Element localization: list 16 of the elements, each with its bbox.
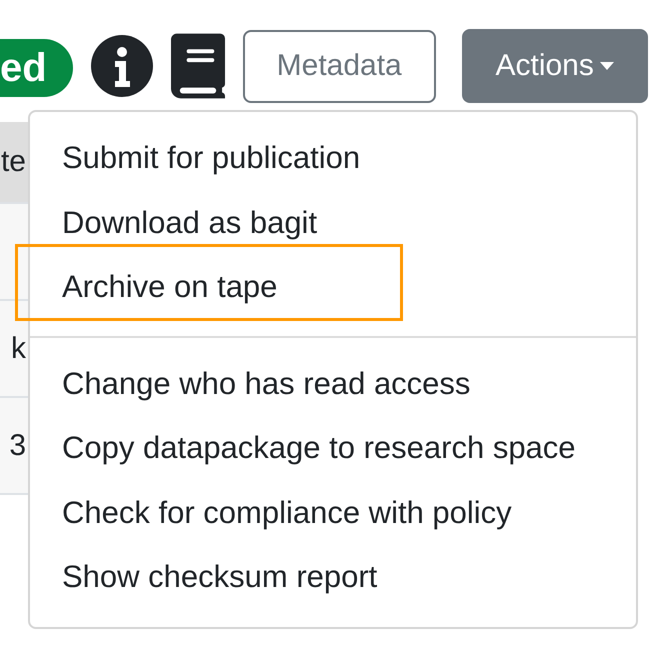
info-icon[interactable] [90,35,153,97]
actions-button[interactable]: Actions [462,29,648,103]
caret-icon [600,62,614,70]
table-cell: 3 [0,398,28,495]
menu-item[interactable]: Download as bagit [62,202,318,243]
menu-item[interactable]: Show checksum report [62,557,378,598]
book-icon[interactable] [170,33,226,99]
status-badge: ed [0,39,73,97]
menu-item[interactable]: Check for compliance with policy [62,492,512,533]
table-header-cell: te [0,122,28,204]
menu-item[interactable]: Archive on tape [62,267,278,308]
menu-item[interactable]: Submit for publication [62,138,360,178]
menu-item[interactable]: Copy datapackage to research space [62,428,576,468]
table-cell: k [0,301,28,398]
metadata-button[interactable]: Metadata [242,30,436,102]
menu-item[interactable]: Change who has read access [62,364,470,404]
